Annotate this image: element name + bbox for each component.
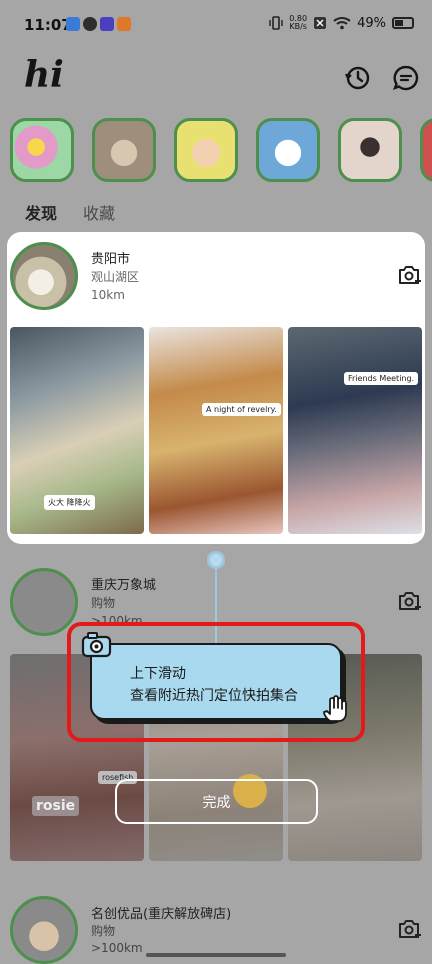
notification-icons bbox=[66, 17, 131, 31]
camera-add-icon[interactable] bbox=[397, 918, 423, 940]
app-notification-icon bbox=[66, 17, 80, 31]
location-title: 贵阳市 bbox=[91, 252, 131, 267]
photo-caption: Friends Meeting. bbox=[344, 372, 419, 385]
battery-icon bbox=[392, 17, 414, 29]
app-logo: hi bbox=[24, 54, 64, 96]
done-button[interactable]: 完成 bbox=[115, 779, 318, 824]
history-clock-icon[interactable] bbox=[344, 64, 372, 92]
system-indicators: 0.80 KB/s 49% bbox=[269, 15, 414, 31]
location-title: 名创优品(重庆解放碑店) bbox=[91, 907, 232, 922]
location-avatar bbox=[10, 242, 78, 310]
app-notification-icon bbox=[83, 17, 97, 31]
photo-caption: A night of revelry. bbox=[202, 403, 281, 416]
feed-tabs: 发现 收藏 bbox=[25, 200, 115, 224]
tab-discover[interactable]: 发现 bbox=[25, 200, 57, 224]
location-title: 重庆万象城 bbox=[91, 578, 157, 593]
camera-sticker-icon bbox=[81, 632, 112, 658]
story-avatar-strip[interactable] bbox=[10, 118, 432, 184]
sim-off-icon bbox=[314, 17, 327, 29]
camera-add-icon[interactable] bbox=[397, 590, 423, 612]
story-avatar[interactable] bbox=[174, 118, 239, 182]
guide-tooltip-bubble bbox=[90, 643, 342, 720]
guide-tooltip-text: 查看附近热门定位快拍集合 bbox=[130, 688, 298, 704]
camera-add-icon[interactable] bbox=[397, 264, 423, 286]
location-subtitle: 购物 bbox=[91, 596, 116, 610]
swipe-hand-icon bbox=[323, 695, 347, 722]
tab-favorites[interactable]: 收藏 bbox=[83, 200, 115, 224]
video-app-icon bbox=[100, 17, 114, 31]
story-avatar[interactable] bbox=[338, 118, 403, 182]
status-time: 11:07 bbox=[24, 16, 72, 34]
location-avatar bbox=[10, 896, 78, 964]
story-avatar[interactable] bbox=[92, 118, 157, 182]
story-avatar[interactable] bbox=[420, 118, 432, 182]
location-subtitle: 观山湖区 bbox=[91, 270, 140, 284]
location-photo[interactable]: A night of revelry. bbox=[149, 327, 283, 534]
wifi-icon bbox=[333, 17, 351, 30]
home-indicator[interactable] bbox=[146, 953, 286, 957]
timeline-dot bbox=[207, 551, 225, 569]
chat-bubble-icon[interactable] bbox=[392, 64, 420, 92]
location-distance: 10km bbox=[91, 288, 125, 302]
location-photo[interactable]: 火大 降降火 bbox=[10, 327, 144, 534]
location-photo[interactable]: Friends Meeting. bbox=[288, 327, 422, 534]
story-avatar[interactable] bbox=[256, 118, 321, 182]
location-card-highlighted[interactable]: 贵阳市 观山湖区 10km 火大 降降火 A night of revelry.… bbox=[7, 232, 425, 544]
battery-percent: 49% bbox=[357, 15, 386, 31]
photo-caption: 火大 降降火 bbox=[44, 495, 95, 510]
app-notification-icon bbox=[117, 17, 131, 31]
story-avatar[interactable] bbox=[10, 118, 74, 182]
status-bar: 11:07 0.80 KB/s 49% bbox=[0, 0, 432, 50]
location-avatar bbox=[10, 568, 78, 636]
vibrate-icon bbox=[269, 16, 283, 30]
guide-tooltip-title: 上下滑动 bbox=[130, 666, 186, 682]
location-subtitle: 购物 bbox=[91, 924, 116, 938]
network-speed: 0.80 KB/s bbox=[289, 14, 308, 31]
photo-caption: rosie bbox=[32, 796, 80, 816]
location-distance: >100km bbox=[91, 941, 143, 955]
